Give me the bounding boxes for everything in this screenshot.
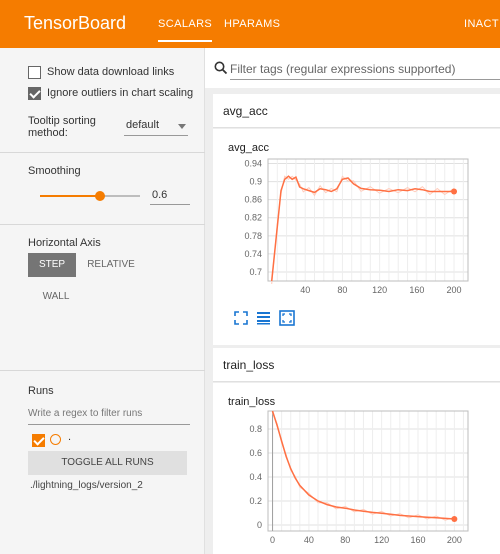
smoothing-slider-thumb[interactable] (95, 191, 105, 201)
runs-label: Runs (28, 385, 54, 397)
series-end-point (451, 188, 458, 195)
smoothing-section: Smoothing 0.6 (0, 153, 205, 225)
runs-filter-placeholder: Write a regex to filter runs (28, 408, 143, 419)
sidebar-settings-section: Show data download links Ignore outliers… (0, 48, 205, 153)
main-panel: Filter tags (regular expressions support… (205, 48, 500, 554)
chart-title: avg_acc (228, 142, 269, 154)
tag-group-title: train_loss (223, 358, 275, 372)
run-checkbox[interactable] (32, 434, 45, 447)
filter-tags-input[interactable]: Filter tags (regular expressions support… (230, 60, 500, 80)
run-color-icon[interactable] (50, 434, 61, 445)
tooltip-sorting-select[interactable]: default (124, 118, 188, 136)
chart-card-train-loss: train_loss 0 0.2 0.4 0.6 0.8 0 40 80 120 160 200 (213, 383, 500, 554)
series-end-point (451, 516, 458, 522)
app-title: TensorBoard (24, 13, 127, 33)
plot-frame (267, 158, 469, 282)
y-tick-label: 0.6 (249, 448, 262, 458)
tag-group-header-avg-acc[interactable]: avg_acc (213, 94, 500, 128)
axis-wall-button[interactable]: WALL (36, 285, 76, 309)
y-tick-label: 0.82 (244, 213, 262, 223)
tag-group-header-train-loss[interactable]: train_loss (213, 348, 500, 382)
x-tick-label: 40 (300, 285, 310, 295)
show-download-label: Show data download links (47, 66, 175, 78)
y-tick-label: 0.2 (249, 496, 262, 506)
x-tick-label: 200 (447, 285, 462, 295)
chart-train-loss[interactable]: 0 0.2 0.4 0.6 0.8 0 40 80 120 160 200 (213, 407, 500, 554)
tooltip-sorting-label: Tooltip sorting method: (28, 115, 96, 139)
smoothing-input[interactable]: 0.6 (150, 187, 190, 205)
y-tick-label: 0.7 (249, 267, 262, 277)
x-tick-label: 160 (410, 535, 425, 545)
x-tick-label: 40 (304, 535, 314, 545)
fit-domain-icon[interactable] (279, 310, 295, 326)
series-raw-line (271, 175, 455, 285)
y-tick-label: 0 (257, 520, 262, 530)
x-tick-label: 80 (340, 535, 350, 545)
tab-scalars[interactable]: SCALARS (158, 18, 213, 42)
axis-relative-button[interactable]: RELATIVE (84, 253, 138, 277)
y-tick-label: 0.4 (249, 472, 262, 482)
chevron-down-icon (178, 124, 186, 129)
smoothing-slider-fill (40, 195, 100, 197)
show-download-checkbox[interactable] (28, 66, 41, 79)
log-scale-icon[interactable] (256, 311, 271, 325)
horizontal-axis-section: Horizontal Axis STEP RELATIVE WALL (0, 225, 205, 371)
search-icon (214, 61, 228, 75)
tooltip-sorting-value: default (126, 119, 160, 131)
ignore-outliers-label: Ignore outliers in chart scaling (47, 87, 194, 99)
tab-hparams[interactable]: HPARAMS (224, 18, 280, 30)
y-tick-label: 0.9 (249, 177, 262, 187)
x-tick-label: 80 (337, 285, 347, 295)
y-tick-label: 0.8 (249, 424, 262, 434)
y-tick-label: 0.74 (244, 249, 262, 259)
x-tick-label: 120 (372, 285, 387, 295)
chart-avg-acc[interactable]: 0.7 0.74 0.78 0.82 0.86 0.9 0.94 40 80 120 160 200 (213, 154, 500, 304)
smoothing-value: 0.6 (152, 189, 168, 201)
y-tick-label: 0.78 (244, 231, 262, 241)
filter-tags-placeholder: Filter tags (regular expressions support… (230, 62, 456, 76)
fullscreen-icon[interactable] (234, 311, 248, 325)
inactive-status[interactable]: INACTI (464, 18, 500, 30)
run-path: ./lightning_logs/version_2 (30, 480, 143, 491)
chart-card-avg-acc: avg_acc 0.7 0.74 0.78 0.82 0.86 0.9 0.94 40 80 12… (213, 129, 500, 345)
x-tick-label: 120 (374, 535, 389, 545)
top-bar: TensorBoard SCALARS HPARAMS INACTI (0, 0, 500, 48)
axis-step-button[interactable]: STEP (28, 253, 76, 277)
smoothing-label: Smoothing (28, 165, 81, 177)
x-tick-label: 160 (409, 285, 424, 295)
smoothing-slider-track[interactable] (100, 195, 140, 197)
series-line (270, 175, 454, 282)
filter-bar: Filter tags (regular expressions support… (205, 48, 500, 88)
ignore-outliers-checkbox[interactable] (28, 87, 41, 100)
x-tick-label: 200 (447, 535, 462, 545)
runs-filter-input[interactable]: Write a regex to filter runs (28, 405, 190, 425)
horizontal-axis-label: Horizontal Axis (28, 237, 101, 249)
y-tick-label: 0.94 (244, 159, 262, 169)
toggle-all-runs-button[interactable]: TOGGLE ALL RUNS (28, 451, 187, 475)
tag-group-title: avg_acc (223, 104, 268, 118)
sidebar: Show data download links Ignore outliers… (0, 48, 205, 554)
runs-section: Runs Write a regex to filter runs . TOGG… (0, 371, 205, 554)
run-dot-label: . (68, 431, 72, 443)
x-tick-label: 0 (270, 535, 275, 545)
y-tick-label: 0.86 (244, 195, 262, 205)
